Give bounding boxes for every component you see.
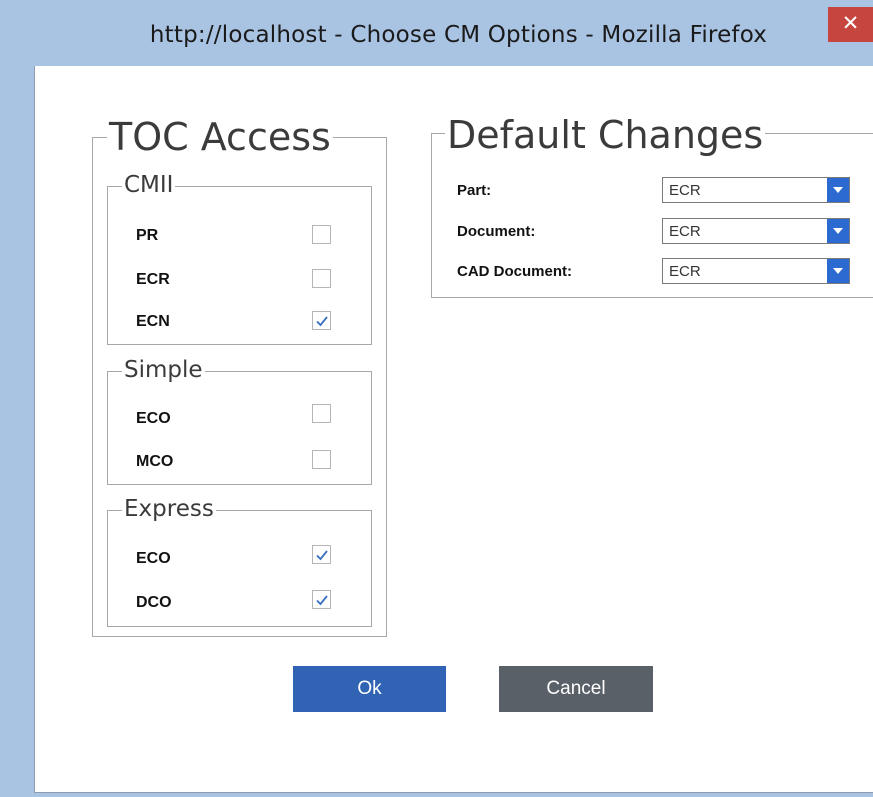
cancel-button[interactable]: Cancel xyxy=(499,666,653,712)
express-dco-checkbox[interactable] xyxy=(312,590,331,609)
checkmark-icon xyxy=(316,316,328,327)
title-bar[interactable]: http://localhost - Choose CM Options - M… xyxy=(0,0,873,66)
part-select-value: ECR xyxy=(669,182,701,199)
document-label: Document: xyxy=(457,223,536,240)
default-changes-legend: Default Changes xyxy=(445,113,766,157)
express-dco-label: DCO xyxy=(136,594,172,611)
browser-popup-window: http://localhost - Choose CM Options - M… xyxy=(0,0,873,797)
cmii-pr-label: PR xyxy=(136,227,159,244)
cmii-pr-checkbox[interactable] xyxy=(312,225,331,244)
ok-button[interactable]: Ok xyxy=(293,666,446,712)
simple-mco-checkbox[interactable] xyxy=(312,450,331,469)
express-eco-label: ECO xyxy=(136,550,171,567)
chevron-down-icon[interactable] xyxy=(827,259,849,283)
express-legend: Express xyxy=(122,496,216,522)
close-button[interactable]: ✕ xyxy=(828,7,873,42)
part-label: Part: xyxy=(457,182,492,199)
checkmark-icon xyxy=(316,550,328,561)
part-select[interactable]: ECR xyxy=(662,177,850,203)
cmii-ecr-label: ECR xyxy=(136,271,170,288)
cmii-ecn-checkbox[interactable] xyxy=(312,311,331,330)
chevron-down-icon[interactable] xyxy=(827,219,849,243)
cad-document-label: CAD Document: xyxy=(457,263,572,280)
simple-mco-label: MCO xyxy=(136,453,174,470)
checkmark-icon xyxy=(316,595,328,606)
express-eco-checkbox[interactable] xyxy=(312,545,331,564)
simple-legend: Simple xyxy=(122,357,205,383)
cad-document-select[interactable]: ECR xyxy=(662,258,850,284)
toc-access-legend: TOC Access xyxy=(107,115,333,159)
simple-eco-checkbox[interactable] xyxy=(312,404,331,423)
cmii-legend: CMII xyxy=(122,172,176,198)
document-select[interactable]: ECR xyxy=(662,218,850,244)
simple-eco-label: ECO xyxy=(136,410,171,427)
chevron-down-icon[interactable] xyxy=(827,178,849,202)
cmii-ecn-label: ECN xyxy=(136,313,170,330)
cad-document-select-value: ECR xyxy=(669,263,701,280)
cmii-ecr-checkbox[interactable] xyxy=(312,269,331,288)
window-title: http://localhost - Choose CM Options - M… xyxy=(149,22,768,48)
close-icon: ✕ xyxy=(841,11,860,35)
document-select-value: ECR xyxy=(669,223,701,240)
